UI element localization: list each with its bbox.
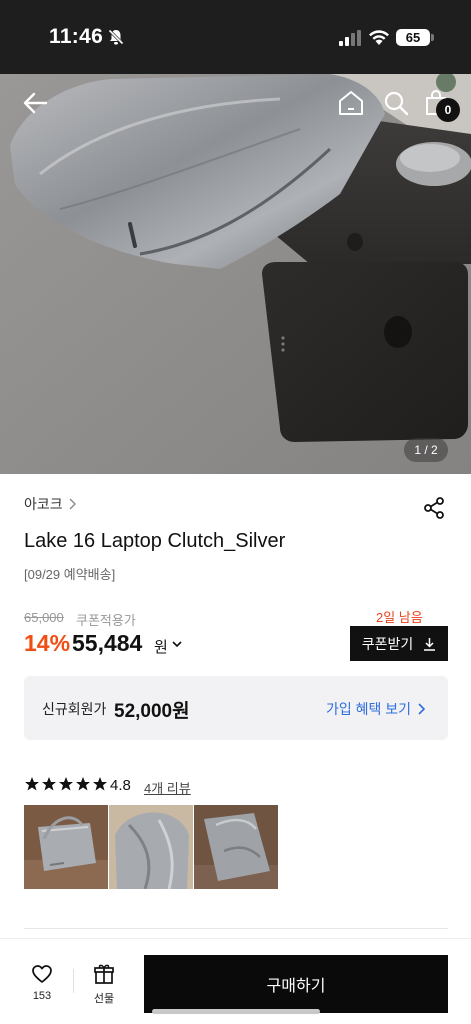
star-icon <box>76 777 90 791</box>
cart-count-badge[interactable]: 0 <box>436 98 460 122</box>
star-icon <box>25 777 39 791</box>
battery-indicator: 65 <box>396 29 430 46</box>
download-icon <box>424 637 436 651</box>
gift-label: 선물 <box>93 993 115 1005</box>
currency-unit: 원 <box>154 639 168 656</box>
review-count-link[interactable]: 4개 리뷰 <box>144 778 191 797</box>
coupon-download-button[interactable]: 쿠폰받기 <box>350 626 448 661</box>
chevron-right-icon <box>418 703 426 715</box>
home-icon[interactable] <box>336 88 366 118</box>
home-indicator <box>152 1009 320 1014</box>
gift-button[interactable]: 선물 <box>84 963 124 1006</box>
buy-button-label: 구매하기 <box>266 978 326 995</box>
coupon-button-label: 쿠폰받기 <box>361 635 414 652</box>
product-photo[interactable] <box>0 74 471 474</box>
star-icon <box>42 777 56 791</box>
star-icon <box>59 777 73 791</box>
shipping-note: [09/29 예약배송] <box>24 567 116 582</box>
new-member-price: 52,000원 <box>114 701 190 722</box>
star-icon <box>93 777 107 791</box>
review-photo-strip <box>24 805 278 889</box>
join-benefits-label: 가입 혜택 보기 <box>326 701 412 717</box>
gift-icon <box>94 964 114 984</box>
like-count: 153 <box>32 990 52 1002</box>
signal-icon <box>339 30 361 46</box>
search-icon[interactable] <box>381 88 411 118</box>
status-bar: 11:46 65 <box>0 0 471 74</box>
sale-price: 55,484 <box>72 630 143 656</box>
section-divider <box>24 928 448 929</box>
back-arrow-icon[interactable] <box>20 88 50 118</box>
chevron-right-icon <box>69 498 76 510</box>
rating-value: 4.8 <box>110 777 131 794</box>
review-photo-3[interactable] <box>194 805 278 889</box>
discount-rate: 14% <box>24 630 71 656</box>
brand-link[interactable]: 아코크 <box>24 494 77 514</box>
rating-stars <box>24 776 108 792</box>
bottom-action-bar: 153 선물 구매하기 <box>0 938 471 1024</box>
new-member-label: 신규회원가 <box>42 701 107 717</box>
coupon-price-label: 쿠폰적용가 <box>76 613 136 628</box>
coupon-days-left: 2일 남음 <box>376 610 423 625</box>
like-button[interactable]: 153 <box>22 963 62 1002</box>
share-icon[interactable] <box>422 496 446 520</box>
battery-nub <box>431 34 434 41</box>
brand-name: 아코크 <box>24 496 63 512</box>
heart-icon <box>32 965 52 983</box>
image-page-indicator: 1 / 2 <box>404 438 448 462</box>
wifi-icon <box>369 30 389 45</box>
join-benefits-link[interactable]: 가입 혜택 보기 <box>326 699 426 719</box>
status-time: 11:46 <box>49 25 104 48</box>
product-title: Lake 16 Laptop Clutch_Silver <box>24 530 286 552</box>
buy-button[interactable]: 구매하기 <box>144 955 448 1013</box>
product-image-carousel[interactable]: 0 1 / 2 <box>0 74 471 474</box>
bell-off-icon <box>107 28 125 46</box>
review-photo-1[interactable] <box>24 805 108 889</box>
chevron-down-icon[interactable] <box>171 638 183 650</box>
original-price: 65,000 <box>24 610 64 625</box>
bar-separator <box>73 969 74 993</box>
new-member-price-box: 신규회원가 52,000원 가입 혜택 보기 <box>24 676 448 740</box>
review-photo-2[interactable] <box>109 805 193 889</box>
